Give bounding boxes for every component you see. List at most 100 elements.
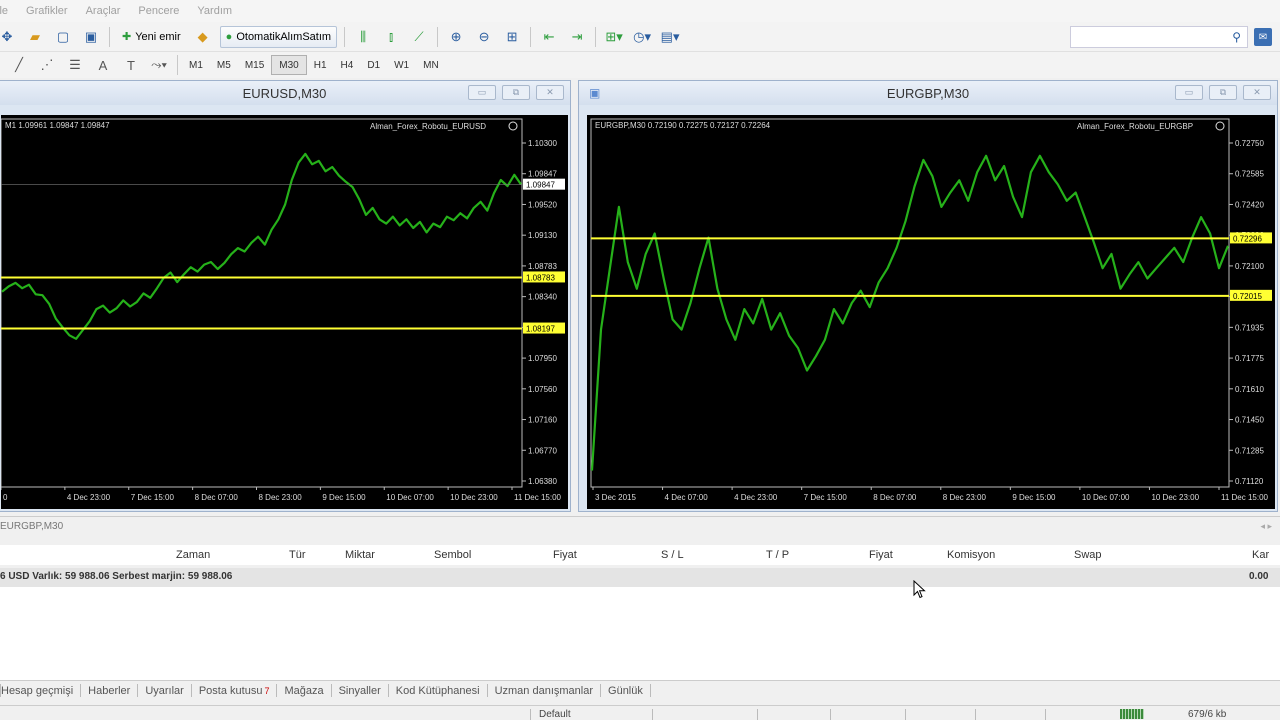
fibonacci-icon[interactable]: ☰ [64,54,86,76]
column-commission[interactable]: Komisyon [947,549,995,561]
chart-window-title: EURUSD,M30 [242,85,327,101]
column-tp[interactable]: T / P [766,549,789,561]
close-button[interactable]: ✕ [1243,85,1271,100]
community-icon[interactable]: ✉ [1254,28,1272,46]
search-input[interactable]: ⚲ [1070,26,1248,48]
menu-window[interactable]: Pencere [138,5,179,17]
mailbox-badge: 7 [264,685,270,696]
timeframe-d1[interactable]: D1 [360,55,387,75]
trend-line-icon[interactable]: ╱ [8,54,30,76]
chart-window-titlebar[interactable]: EURUSD,M30 ▭ ⧉ ✕ [0,81,570,105]
time-tick-label: 9 Dec 15:00 [1012,493,1056,502]
arrows-tool-icon[interactable]: ⤳▾ [148,54,170,76]
timeframe-m1[interactable]: M1 [182,55,210,75]
column-sl[interactable]: S / L [661,549,684,561]
channel-tool-icon[interactable]: ⋰ [36,54,58,76]
tab-scroll-arrows-icon[interactable]: ◂ ▸ [1260,521,1272,532]
tab-signals[interactable]: Sinyaller [332,684,389,697]
timeframe-m30[interactable]: M30 [271,55,307,75]
metaeditor-icon[interactable]: ◆ [192,26,214,48]
menu-tools[interactable]: Araçlar [86,5,121,17]
auto-trading-button[interactable]: ● OtomatikAlımSatım [219,25,338,48]
status-divider [757,709,758,720]
zoom-out-icon[interactable]: ⊖ [473,26,495,48]
candlestick-icon[interactable]: ⫾ [380,26,402,48]
column-type[interactable]: Tür [289,549,306,561]
menu-file[interactable]: ile [0,5,8,17]
column-swap[interactable]: Swap [1074,549,1102,561]
terminal-body [0,587,1280,680]
timeframe-m15[interactable]: M15 [238,55,271,75]
chart-window-titlebar[interactable]: ▣ EURGBP,M30 ▭ ⧉ ✕ [579,81,1277,105]
zoom-in-icon[interactable]: ⊕ [445,26,467,48]
status-divider [905,709,906,720]
text-tool-icon[interactable]: A [92,54,114,76]
chart-info-label: M1 1.09961 1.09847 1.09847 [5,121,110,130]
text-label-icon[interactable]: T [120,54,142,76]
maximize-button[interactable]: ⧉ [1209,85,1237,100]
timeframe-h1[interactable]: H1 [307,55,334,75]
timeframe-w1[interactable]: W1 [387,55,416,75]
crosshair-move-icon[interactable]: ✥ [0,26,18,48]
indicators-icon[interactable]: ⊞▾ [603,26,625,48]
chart-tab-eurgbp[interactable]: EURGBP,M30 [0,521,63,532]
toolbar-separator [177,55,178,75]
column-time[interactable]: Zaman [176,549,210,561]
new-order-label: Yeni emir [135,30,181,43]
column-profit[interactable]: Kar [1252,549,1269,561]
connection-status-icon[interactable] [1120,709,1144,719]
chart-canvas[interactable]: 0.72750 0.72585 0.72420 0.72296 0.72100 0.720… [587,115,1275,509]
level-price-label: 0.72296 [1233,234,1262,243]
time-tick-label: 7 Dec 15:00 [131,493,175,502]
timeframe-m5[interactable]: M5 [210,55,238,75]
status-bar: Default 679/6 kb [0,705,1280,720]
auto-scroll-icon[interactable]: ⇤ [538,26,560,48]
market-watch-icon[interactable]: ▢ [52,26,74,48]
minimize-button[interactable]: ▭ [468,85,496,100]
price-tick-label: 0.71935 [1235,323,1264,332]
tab-experts[interactable]: Uzman danışmanlar [488,684,602,697]
profiles-folder-icon[interactable]: ▰ [24,26,46,48]
column-volume[interactable]: Miktar [345,549,375,561]
tab-alerts[interactable]: Uyarılar [138,684,192,697]
tab-market[interactable]: Mağaza [277,684,332,697]
balance-row[interactable]: 6 USD Varlık: 59 988.06 Serbest marjin: … [0,568,1280,587]
menu-help[interactable]: Yardım [197,5,232,17]
tab-journal[interactable]: Günlük [601,684,651,697]
time-tick-label: 7 Dec 15:00 [804,493,848,502]
menu-charts[interactable]: Grafikler [26,5,68,17]
chart-window-eurgbp[interactable]: ▣ EURGBP,M30 ▭ ⧉ ✕ 0.72750 0.72585 0.72420… [578,80,1278,512]
price-tick-label: 1.06770 [528,446,557,455]
time-tick-label: 10 Dec 23:00 [450,493,498,502]
chart-canvas[interactable]: 1.10300 1.09847 1.09520 1.09130 1.08783 1.083… [1,115,568,509]
menu-bar: ile Grafikler Araçlar Pencere Yardım [0,0,1280,22]
navigator-icon[interactable]: ▣ [80,26,102,48]
new-order-button[interactable]: ✚ Yeni emir [117,26,186,48]
tab-news[interactable]: Haberler [81,684,139,697]
terminal-tabs: Hesap geçmişi Haberler Uyarılar Posta ku… [0,680,1280,700]
maximize-button[interactable]: ⧉ [502,85,530,100]
chart-window-eurusd[interactable]: EURUSD,M30 ▭ ⧉ ✕ 1.10300 1.09847 1.09520 1.… [0,80,571,512]
price-chart[interactable]: 0.72750 0.72585 0.72420 0.72296 0.72100 0.720… [587,115,1275,509]
periods-clock-icon[interactable]: ◷▾ [631,26,653,48]
tab-code-base[interactable]: Kod Kütüphanesi [389,684,488,697]
minimize-button[interactable]: ▭ [1175,85,1203,100]
tab-mailbox[interactable]: Posta kutusu 7 [192,684,278,697]
status-divider [975,709,976,720]
price-tick-label: 1.10300 [528,139,557,148]
tile-windows-icon[interactable]: ⊞ [501,26,523,48]
column-symbol[interactable]: Sembol [434,549,471,561]
close-button[interactable]: ✕ [536,85,564,100]
column-current-price[interactable]: Fiyat [869,549,893,561]
timeframe-h4[interactable]: H4 [334,55,361,75]
column-price[interactable]: Fiyat [553,549,577,561]
templates-icon[interactable]: ▤▾ [659,26,681,48]
chart-shift-icon[interactable]: ⇥ [566,26,588,48]
timeframe-mn[interactable]: MN [416,55,446,75]
tab-account-history[interactable]: Hesap geçmişi [0,684,82,697]
price-chart[interactable]: 1.10300 1.09847 1.09520 1.09130 1.08783 1.083… [1,115,568,509]
plot-frame [590,118,1230,488]
bar-chart-icon[interactable]: ⫼ [352,26,374,48]
line-chart-icon[interactable]: ⟋ [408,26,430,48]
price-tick-label: 1.07160 [528,416,557,425]
